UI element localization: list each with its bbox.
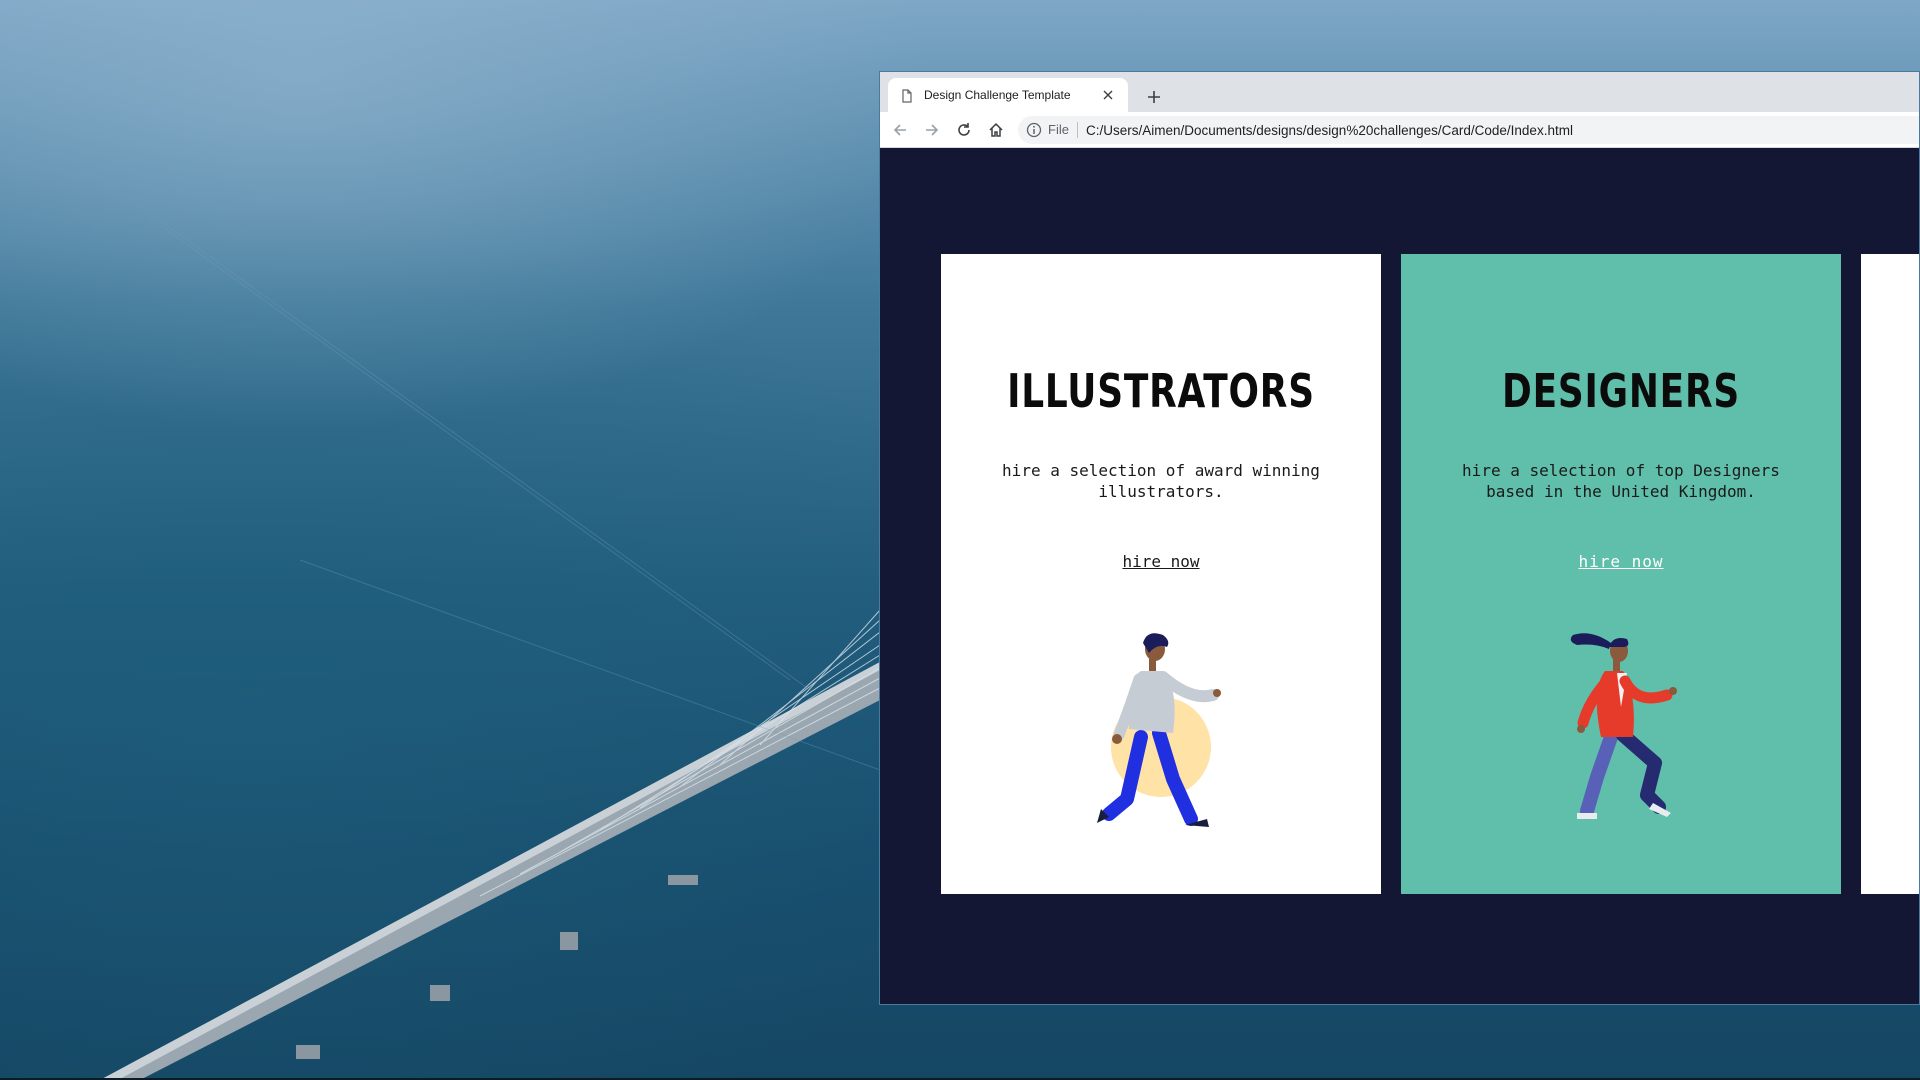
address-url[interactable]: C:/Users/Aimen/Documents/designs/design%… bbox=[1086, 123, 1573, 138]
browser-toolbar: File C:/Users/Aimen/Documents/designs/de… bbox=[880, 112, 1919, 148]
card-title: ILLUSTRATORS bbox=[1007, 364, 1315, 418]
card-description: hire a selection of award winning illust… bbox=[1002, 461, 1320, 501]
card-designers: DESIGNERS hire a selection of top Design… bbox=[1401, 254, 1841, 894]
card-illustrators: ILLUSTRATORS hire a selection of award w… bbox=[941, 254, 1381, 894]
browser-window: Design Challenge Template File C:/Users/ bbox=[879, 71, 1920, 1005]
home-icon[interactable] bbox=[984, 118, 1008, 142]
plus-icon[interactable] bbox=[1140, 83, 1168, 111]
card-description: hire a selection of top Designers based … bbox=[1462, 461, 1780, 501]
page-viewport: ILLUSTRATORS hire a selection of award w… bbox=[880, 148, 1919, 1004]
forward-icon[interactable] bbox=[920, 118, 944, 142]
address-bar[interactable]: File C:/Users/Aimen/Documents/designs/de… bbox=[1018, 116, 1919, 144]
back-icon[interactable] bbox=[888, 118, 912, 142]
card-partial bbox=[1861, 254, 1919, 894]
tab-strip: Design Challenge Template bbox=[880, 72, 1919, 112]
hire-now-link[interactable]: hire now bbox=[1401, 552, 1841, 571]
card-title: DESIGNERS bbox=[1502, 364, 1740, 418]
running-woman-illustration bbox=[1570, 633, 1677, 819]
hire-now-link[interactable]: hire now bbox=[941, 552, 1381, 571]
walking-man-illustration bbox=[1097, 633, 1221, 827]
tab-title: Design Challenge Template bbox=[924, 88, 1071, 102]
info-icon[interactable] bbox=[1026, 122, 1042, 138]
reload-icon[interactable] bbox=[952, 118, 976, 142]
browser-tab[interactable]: Design Challenge Template bbox=[888, 78, 1128, 112]
address-scheme: File bbox=[1048, 122, 1078, 138]
page-icon bbox=[900, 88, 914, 103]
close-icon[interactable] bbox=[1100, 87, 1116, 103]
